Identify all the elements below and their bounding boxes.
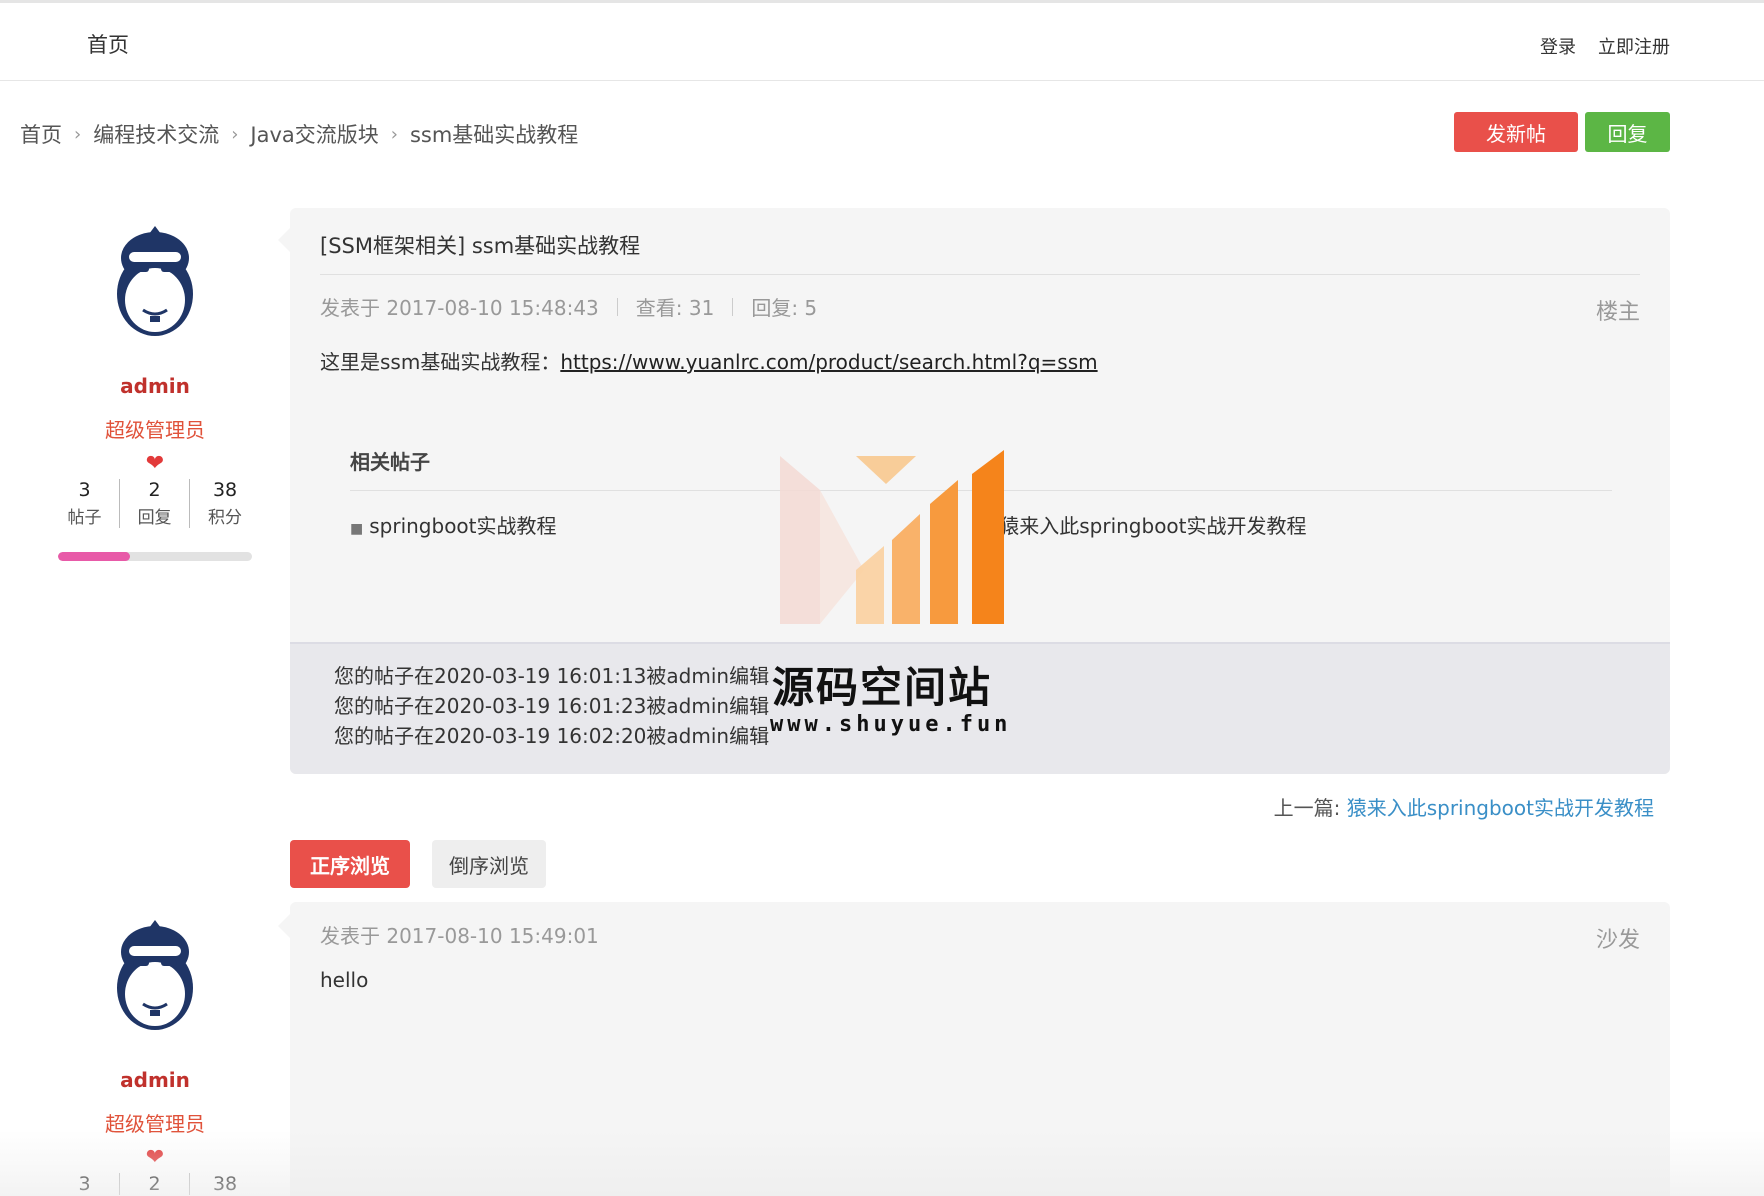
- chevron-right-icon: ›: [390, 123, 398, 145]
- breadcrumb-item-current[interactable]: ssm基础实战教程: [410, 119, 578, 149]
- post-views: 查看: 31: [635, 296, 715, 320]
- stat-label: 回复: [137, 508, 172, 528]
- floor-label: 楼主: [1595, 300, 1640, 325]
- breadcrumb-item-programming[interactable]: 编程技术交流: [93, 119, 219, 149]
- new-post-button[interactable]: 发新帖: [1454, 112, 1578, 152]
- breadcrumb: 首页 › 编程技术交流 › Java交流版块 › ssm基础实战教程: [20, 119, 578, 149]
- stat-value: 3: [78, 479, 91, 501]
- login-link[interactable]: 登录: [1540, 33, 1576, 59]
- post-title: [SSM框架相关] ssm基础实战教程: [320, 234, 641, 258]
- chevron-right-icon: ›: [74, 123, 82, 145]
- stat-value: 38: [212, 479, 238, 501]
- related-post-link[interactable]: 猿来入此springboot实战开发教程: [999, 514, 1306, 538]
- post-author-panel: admin 超级管理员 ❤ 3 帖子 2 回复 38 积分: [50, 222, 260, 561]
- breadcrumb-item-java[interactable]: Java交流版块: [250, 119, 378, 149]
- stat-label: 积分: [208, 508, 243, 528]
- post-content: 这里是ssm基础实战教程：https://www.yuanlrc.com/pro…: [320, 346, 1098, 375]
- monkey-avatar-icon[interactable]: [115, 222, 195, 338]
- bullet-icon: ■: [350, 521, 364, 537]
- stat-posts[interactable]: 3 帖子: [50, 479, 121, 528]
- level-progress-bar: [58, 552, 252, 561]
- stat-value: 2: [148, 479, 161, 501]
- edit-history-line: 您的帖子在2020-03-19 16:01:13被admin编辑: [334, 664, 770, 688]
- post-date: 发表于 2017-08-10 15:48:43: [320, 296, 599, 320]
- level-progress-fill: [58, 552, 130, 561]
- author-name[interactable]: admin: [50, 374, 260, 398]
- reply-content: hello: [320, 968, 369, 992]
- register-link[interactable]: 立即注册: [1598, 33, 1670, 59]
- divider: [616, 297, 618, 316]
- stat-points[interactable]: 38 积分: [190, 479, 260, 528]
- watermark-title: 源码空间站: [772, 663, 993, 712]
- reply-button[interactable]: 回复: [1585, 112, 1670, 152]
- reply-meta: 发表于 2017-08-10 15:49:01: [320, 920, 599, 949]
- edit-history-line: 您的帖子在2020-03-19 16:02:20被admin编辑: [334, 724, 770, 748]
- sort-asc-button[interactable]: 正序浏览: [290, 840, 410, 888]
- author-name[interactable]: admin: [50, 1068, 260, 1092]
- stat-label: 帖子: [67, 508, 102, 528]
- breadcrumb-item-home[interactable]: 首页: [20, 119, 62, 149]
- stat-replies[interactable]: 2 回复: [120, 479, 191, 528]
- divider: [320, 274, 1640, 275]
- author-stats: 3 帖子 2 回复 38 积分: [50, 479, 260, 528]
- watermark-url: www.shuyue.fun: [770, 712, 1012, 737]
- chevron-right-icon: ›: [231, 123, 239, 145]
- card-pointer: [278, 228, 290, 252]
- heart-icon: ❤: [145, 451, 165, 476]
- related-posts-title: 相关帖子: [350, 450, 430, 474]
- nav-home-link[interactable]: 首页: [87, 29, 129, 59]
- previous-post-label: 上一篇:: [1273, 796, 1341, 820]
- divider: [732, 297, 734, 316]
- previous-post-nav: 上一篇: 猿来入此springboot实战开发教程: [1274, 792, 1654, 821]
- edit-history-line: 您的帖子在2020-03-19 16:01:23被admin编辑: [334, 694, 770, 718]
- related-post-item[interactable]: ■猿来入此springboot实战开发教程: [980, 510, 1307, 539]
- top-nav-bar: 首页 登录 立即注册: [0, 0, 1764, 81]
- post-content-link[interactable]: https://www.yuanlrc.com/product/search.h…: [560, 350, 1097, 374]
- related-post-link[interactable]: springboot实战教程: [369, 514, 556, 538]
- post-replies: 回复: 5: [751, 296, 818, 320]
- monkey-avatar-icon[interactable]: [115, 916, 195, 1032]
- post-content-text: 这里是ssm基础实战教程：: [320, 350, 561, 374]
- previous-post-link[interactable]: 猿来入此springboot实战开发教程: [1347, 796, 1654, 820]
- reply-date: 发表于 2017-08-10 15:49:01: [320, 924, 599, 948]
- sort-desc-button[interactable]: 倒序浏览: [432, 840, 546, 888]
- related-post-item[interactable]: ■ springboot实战教程: [350, 510, 557, 539]
- floor-label: 沙发: [1595, 928, 1640, 953]
- author-role: 超级管理员: [105, 418, 205, 442]
- card-pointer: [278, 914, 290, 938]
- bottom-fade: [0, 1130, 1764, 1196]
- post-meta: 发表于 2017-08-10 15:48:43 查看: 31 回复: 5: [320, 292, 817, 321]
